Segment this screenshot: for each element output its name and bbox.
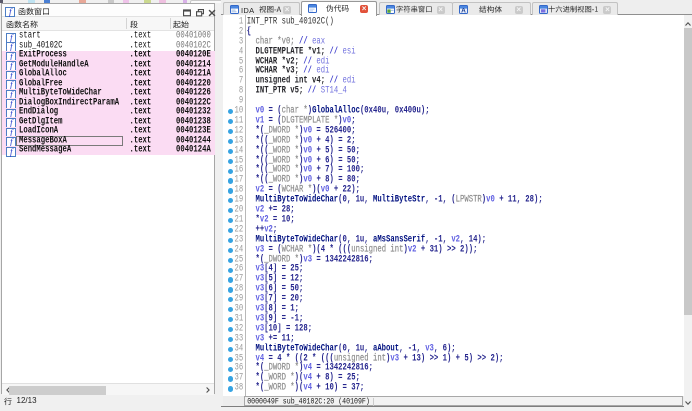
svg-text:A: A (461, 8, 466, 14)
